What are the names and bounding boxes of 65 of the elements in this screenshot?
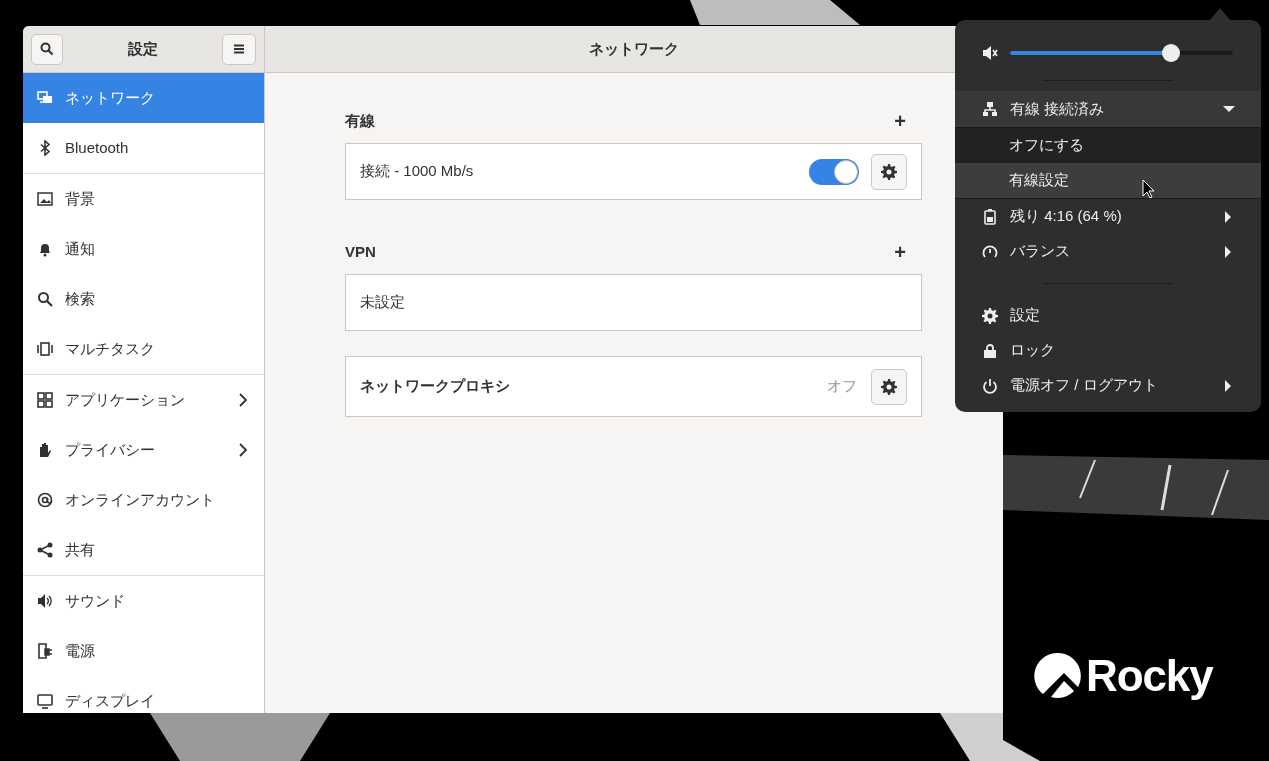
sidebar-item[interactable]: オンラインアカウント [23,475,264,525]
grid-icon [37,392,53,408]
settings-button[interactable] [871,153,907,190]
submenu-item[interactable]: 有線設定 [955,163,1261,198]
window-title: ネットワーク [589,38,679,59]
menu-item[interactable]: バランス [955,234,1261,269]
section-heading: VPN [345,241,376,262]
mouse-pointer-icon [1142,179,1155,199]
add-button[interactable]: + [890,111,910,131]
at-sign-icon [37,492,53,508]
sidebar-item[interactable]: 電源 [23,626,264,676]
settings-icon [982,307,998,324]
sidebar-item[interactable]: プライバシー [23,425,264,475]
connection-label: 接続 - 1000 Mb/s [360,161,475,182]
multitasking-icon [37,341,53,357]
lock-icon [982,342,998,359]
caret-down-icon [1223,105,1235,113]
gauge-icon [982,243,998,260]
sidebar-item[interactable]: 通知 [23,224,264,274]
hand-icon [37,442,53,458]
toggle-switch[interactable] [809,158,859,185]
sidebar-item[interactable]: 共有 [23,525,264,575]
logo-icon [1034,652,1082,700]
connection-label: 未設定 [360,292,406,313]
section-heading: 有線 [345,110,375,131]
proxy-status: オフ [827,376,857,397]
battery-icon [982,208,998,225]
gear-icon [881,163,897,180]
display-icon [37,693,53,709]
search-icon [40,42,54,56]
menu-icon [234,44,244,54]
speaker-muted-icon [982,45,998,61]
share-icon [37,542,53,558]
sidebar-item[interactable]: マルチタスク [23,324,264,374]
image-icon [37,191,53,207]
sidebar-item[interactable]: 背景 [23,174,264,224]
sidebar-item[interactable]: サウンド [23,576,264,626]
network-menu-item[interactable]: 有線 接続済み [955,91,1261,127]
sidebar-item[interactable]: ディスプレイ [23,676,264,713]
sidebar-item[interactable]: Bluetooth [23,123,264,173]
volume-thumb[interactable] [1161,44,1180,62]
sidebar-title: 設定 [127,38,158,59]
search-button[interactable] [31,33,63,65]
plug-icon [37,643,53,659]
wired-network-icon [982,101,998,117]
bell-icon [37,241,53,257]
menu-item[interactable]: ロック [955,333,1261,368]
sidebar-item[interactable]: アプリケーション [23,375,264,425]
power-icon [982,377,998,394]
network-icon [37,90,53,106]
submenu-item[interactable]: オフにする [955,128,1261,163]
menu-item[interactable]: 電源オフ / ログアウト [955,368,1261,403]
speaker-icon [37,593,53,609]
volume-slider[interactable] [1010,43,1233,63]
gear-icon [881,378,897,395]
wallpaper-logo-text: Rocky [1086,654,1213,698]
sidebar-item[interactable]: 検索 [23,274,264,324]
proxy-label: ネットワークプロキシ [360,376,511,397]
settings-button[interactable] [871,368,907,405]
menu-button[interactable] [222,33,256,65]
sidebar-item[interactable]: ネットワーク [23,73,264,123]
menu-item[interactable]: 残り 4:16 (64 %) [955,199,1261,234]
search-icon [37,291,53,307]
menu-item[interactable]: 設定 [955,298,1261,333]
add-button[interactable]: + [890,242,910,262]
